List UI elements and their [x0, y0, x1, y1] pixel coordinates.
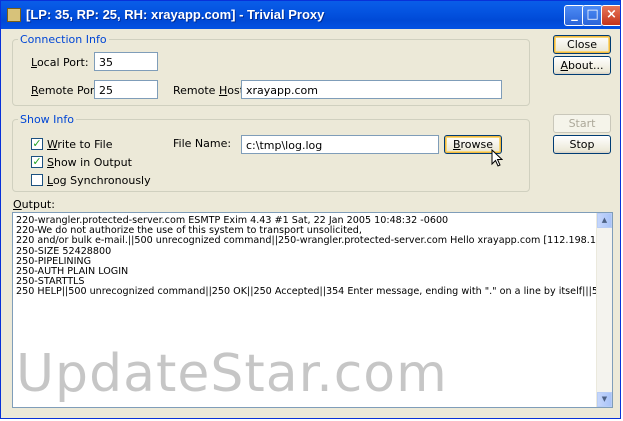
remote-port-input[interactable]: 25 [94, 80, 158, 99]
file-name-input[interactable]: c:\tmp\log.log [241, 135, 439, 154]
show-info-legend: Show Info [18, 113, 76, 126]
file-name-label: File Name: [173, 137, 232, 150]
output-line: 250-AUTH PLAIN LOGIN [16, 266, 129, 278]
remote-host-label: Remote Host: [173, 84, 248, 97]
local-port-label: Local Port: [31, 56, 89, 69]
connection-info-legend: Connection Info [18, 33, 109, 46]
updatestar-watermark: UpdateStar.com [16, 344, 448, 404]
close-button[interactable]: Close [553, 35, 611, 54]
app-icon [7, 8, 21, 22]
title-bar[interactable]: [LP: 35, RP: 25, RH: xrayapp.com] - Triv… [1, 1, 620, 29]
scroll-down-arrow-icon[interactable]: ▼ [597, 392, 612, 407]
close-window-button[interactable]: × [601, 5, 620, 26]
scroll-up-arrow-icon[interactable]: ▲ [597, 213, 612, 228]
remote-port-label: Remote Port: [31, 84, 103, 97]
output-vertical-scrollbar[interactable]: ▲ ▼ [596, 213, 612, 407]
log-synchronously-check-icon[interactable] [31, 174, 43, 186]
about-button[interactable]: About... [553, 56, 611, 75]
maximize-button[interactable]: □ [582, 5, 603, 26]
local-port-input[interactable]: 35 [94, 52, 158, 71]
start-button[interactable]: Start [553, 114, 611, 133]
mouse-pointer-icon [491, 149, 503, 167]
stop-button[interactable]: Stop [553, 135, 611, 154]
remote-host-input[interactable]: xrayapp.com [241, 80, 502, 99]
output-label: Output: [13, 198, 55, 211]
output-line: 250 HELP||500 unrecognized command||250 … [16, 286, 612, 298]
write-to-file-check-icon[interactable]: ✓ [31, 138, 43, 150]
show-in-output-check-icon[interactable]: ✓ [31, 156, 43, 168]
output-line: 250-SIZE 52428800 [16, 245, 112, 257]
window-title: [LP: 35, RP: 25, RH: xrayapp.com] - Triv… [26, 7, 325, 22]
